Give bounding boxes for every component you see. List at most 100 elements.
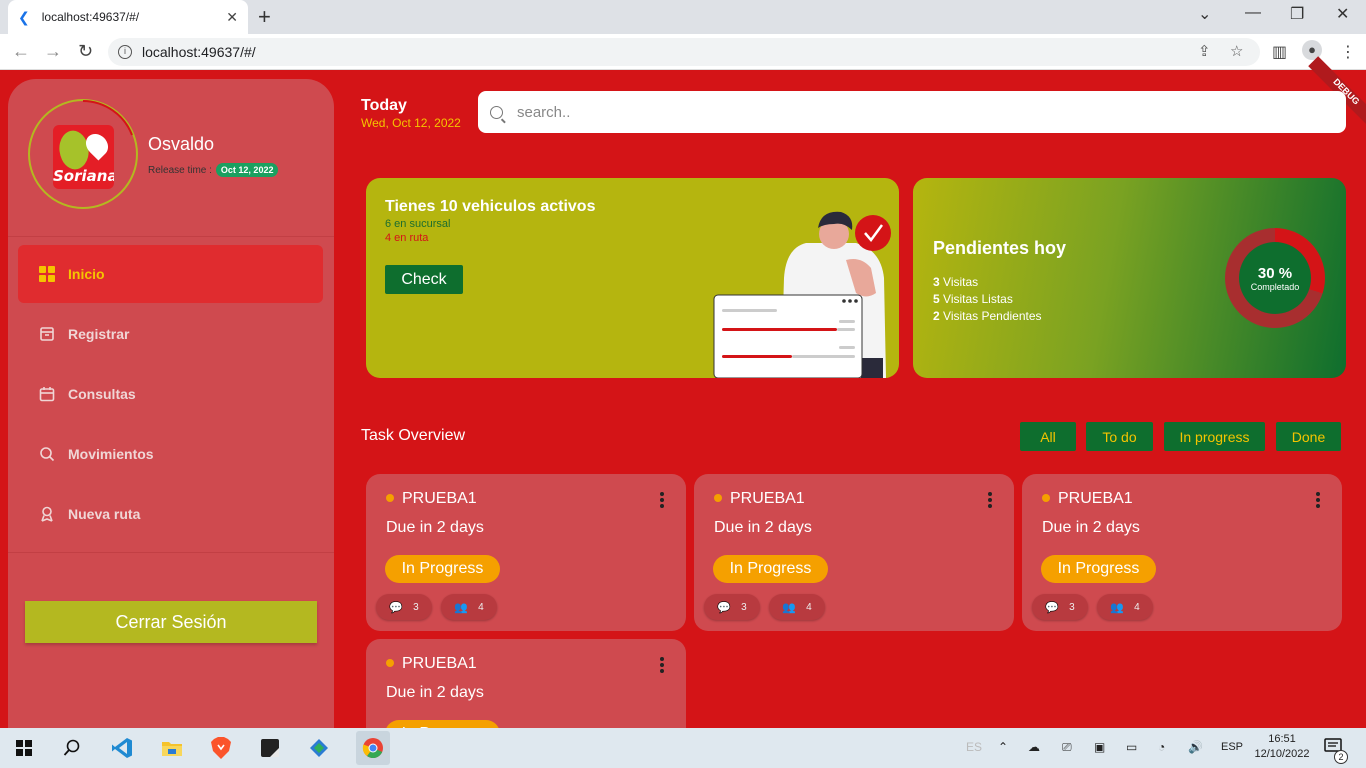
comments-count: 3 bbox=[1069, 601, 1075, 613]
pending-row: 2 Visitas Pendientes bbox=[933, 309, 1042, 323]
close-window-button[interactable]: ✕ bbox=[1336, 4, 1349, 24]
show-hidden-icons-icon[interactable]: ⌃ bbox=[998, 740, 1008, 754]
pending-count: 5 bbox=[933, 292, 940, 306]
members-icon: 👥 bbox=[1110, 601, 1125, 614]
task-card[interactable]: PRUEBA1 Due in 2 days In Progress bbox=[366, 639, 686, 728]
members-chip[interactable]: 👥 4 bbox=[769, 594, 825, 620]
pending-title: Pendientes hoy bbox=[933, 238, 1067, 258]
comment-icon: 💬 bbox=[389, 601, 404, 614]
check-button[interactable]: Check bbox=[385, 265, 463, 294]
members-chip[interactable]: 👥 4 bbox=[441, 594, 497, 620]
status-dot bbox=[714, 494, 722, 502]
onedrive-icon[interactable]: ☁ bbox=[1028, 740, 1040, 754]
task-card[interactable]: PRUEBA1 Due in 2 days In Progress 💬 3 👥 4 bbox=[694, 474, 1014, 631]
members-chip[interactable]: 👥 4 bbox=[1097, 594, 1153, 620]
new-tab-button[interactable]: + bbox=[258, 4, 271, 30]
user-name: Osvaldo bbox=[148, 134, 215, 154]
sidebar-divider bbox=[8, 236, 334, 237]
members-icon: 👥 bbox=[454, 601, 469, 614]
close-tab-icon[interactable]: ✕ bbox=[226, 9, 238, 26]
browser-tab-strip: ❮ localhost:49637/#/ ✕ + ⌄ — ❐ ✕ bbox=[0, 0, 1366, 34]
filter-all-button[interactable]: All bbox=[1020, 422, 1076, 451]
wifi-icon[interactable]: ◔ bbox=[1158, 740, 1165, 754]
app-icon[interactable] bbox=[307, 736, 331, 760]
chrome-icon[interactable] bbox=[356, 731, 390, 765]
language-indicator[interactable]: ESP bbox=[1221, 741, 1243, 753]
sidebar-item-label: Inicio bbox=[68, 266, 105, 282]
share-icon[interactable]: ⇪ bbox=[1198, 42, 1211, 60]
more-options-icon[interactable] bbox=[660, 492, 664, 510]
tab-title: localhost:49637/#/ bbox=[41, 10, 140, 24]
task-card[interactable]: PRUEBA1 Due in 2 days In Progress 💬 3 👥 4 bbox=[366, 474, 686, 631]
tab-search-icon[interactable]: ⌄ bbox=[1198, 4, 1211, 24]
minimize-button[interactable]: — bbox=[1245, 4, 1261, 22]
completion-donut: 30 % Completado bbox=[1225, 228, 1325, 328]
restore-button[interactable]: ❐ bbox=[1290, 4, 1304, 24]
task-overview-title: Task Overview bbox=[361, 427, 466, 444]
sidebar-item-inicio[interactable]: Inicio bbox=[18, 245, 323, 303]
comments-chip[interactable]: 💬 3 bbox=[1032, 594, 1088, 620]
site-info-icon[interactable]: i bbox=[118, 45, 132, 59]
status-dot bbox=[1042, 494, 1050, 502]
pending-label: Visitas bbox=[943, 275, 979, 289]
filter-done-button[interactable]: Done bbox=[1276, 422, 1341, 451]
sidebar-item-registrar[interactable]: Registrar bbox=[18, 305, 323, 363]
back-icon[interactable]: ← bbox=[12, 41, 30, 62]
task-card[interactable]: PRUEBA1 Due in 2 days In Progress 💬 3 👥 4 bbox=[1022, 474, 1342, 631]
today-label: Today bbox=[361, 97, 407, 114]
side-panel-icon[interactable]: ▥ bbox=[1272, 42, 1287, 62]
grid-icon bbox=[38, 265, 56, 283]
release-date-badge: Oct 12, 2022 bbox=[215, 163, 279, 177]
vehicles-on-route: 4 en ruta bbox=[385, 232, 429, 244]
task-due: Due in 2 days bbox=[714, 519, 812, 536]
more-options-icon[interactable] bbox=[1316, 492, 1320, 510]
windows-start-icon[interactable] bbox=[12, 736, 36, 760]
forward-icon[interactable]: → bbox=[44, 41, 62, 62]
archive-icon bbox=[38, 325, 56, 343]
task-name: PRUEBA1 bbox=[402, 490, 477, 507]
logo-ring: Soriana bbox=[28, 99, 138, 209]
comment-icon: 💬 bbox=[1045, 601, 1060, 614]
filter-todo-button[interactable]: To do bbox=[1086, 422, 1153, 451]
monitor-icon[interactable]: ▣ bbox=[1094, 740, 1105, 754]
volume-icon[interactable]: 🔊 bbox=[1188, 740, 1203, 754]
status-dot bbox=[386, 494, 394, 502]
device-icon[interactable]: ⎚ bbox=[1062, 740, 1072, 755]
completion-label: Completado bbox=[1250, 281, 1300, 292]
checklist-illustration bbox=[713, 211, 891, 378]
bookmark-star-icon[interactable]: ☆ bbox=[1230, 42, 1243, 60]
comments-count: 3 bbox=[741, 601, 747, 613]
browser-tab[interactable]: ❮ localhost:49637/#/ ✕ bbox=[8, 0, 248, 34]
release-info: Release time : Oct 12, 2022 bbox=[148, 163, 279, 177]
sidebar-item-nueva-ruta[interactable]: Nueva ruta bbox=[18, 485, 323, 543]
pending-row: 3 Visitas bbox=[933, 275, 978, 289]
reload-icon[interactable]: ↻ bbox=[78, 41, 93, 62]
ime-indicator[interactable]: ES bbox=[966, 740, 982, 754]
address-bar-row: ← → ↻ i localhost:49637/#/ ⇪ ☆ ▥ ● ⋮ bbox=[0, 34, 1366, 70]
user-badge-icon bbox=[38, 505, 56, 523]
app-icon[interactable] bbox=[258, 736, 282, 760]
vehicles-title: Tienes 10 vehiculos activos bbox=[385, 198, 596, 215]
sidebar-item-movimientos[interactable]: Movimientos bbox=[18, 425, 323, 483]
sidebar-item-consultas[interactable]: Consultas bbox=[18, 365, 323, 423]
battery-icon[interactable]: ▭ bbox=[1126, 740, 1137, 754]
file-explorer-icon[interactable] bbox=[160, 736, 184, 760]
menu-kebab-icon[interactable]: ⋮ bbox=[1340, 42, 1356, 62]
more-options-icon[interactable] bbox=[660, 657, 664, 675]
search-input[interactable]: search.. bbox=[478, 91, 1346, 133]
members-icon: 👥 bbox=[782, 601, 797, 614]
system-clock[interactable]: 16:51 12/10/2022 bbox=[1252, 732, 1312, 762]
search-icon[interactable] bbox=[60, 736, 84, 760]
omnibox[interactable]: i localhost:49637/#/ ⇪ ☆ bbox=[108, 38, 1260, 66]
comments-chip[interactable]: 💬 3 bbox=[376, 594, 432, 620]
status-badge: In Progress bbox=[1041, 555, 1156, 583]
vscode-icon[interactable] bbox=[110, 736, 134, 760]
comments-chip[interactable]: 💬 3 bbox=[704, 594, 760, 620]
status-badge: In Progress bbox=[385, 555, 500, 583]
logout-button[interactable]: Cerrar Sesión bbox=[25, 601, 317, 643]
brave-browser-icon[interactable] bbox=[209, 736, 233, 760]
vehicles-card: Tienes 10 vehiculos activos 6 en sucursa… bbox=[366, 178, 899, 378]
more-options-icon[interactable] bbox=[988, 492, 992, 510]
filter-in-progress-button[interactable]: In progress bbox=[1164, 422, 1265, 451]
status-badge: In Progress bbox=[713, 555, 828, 583]
